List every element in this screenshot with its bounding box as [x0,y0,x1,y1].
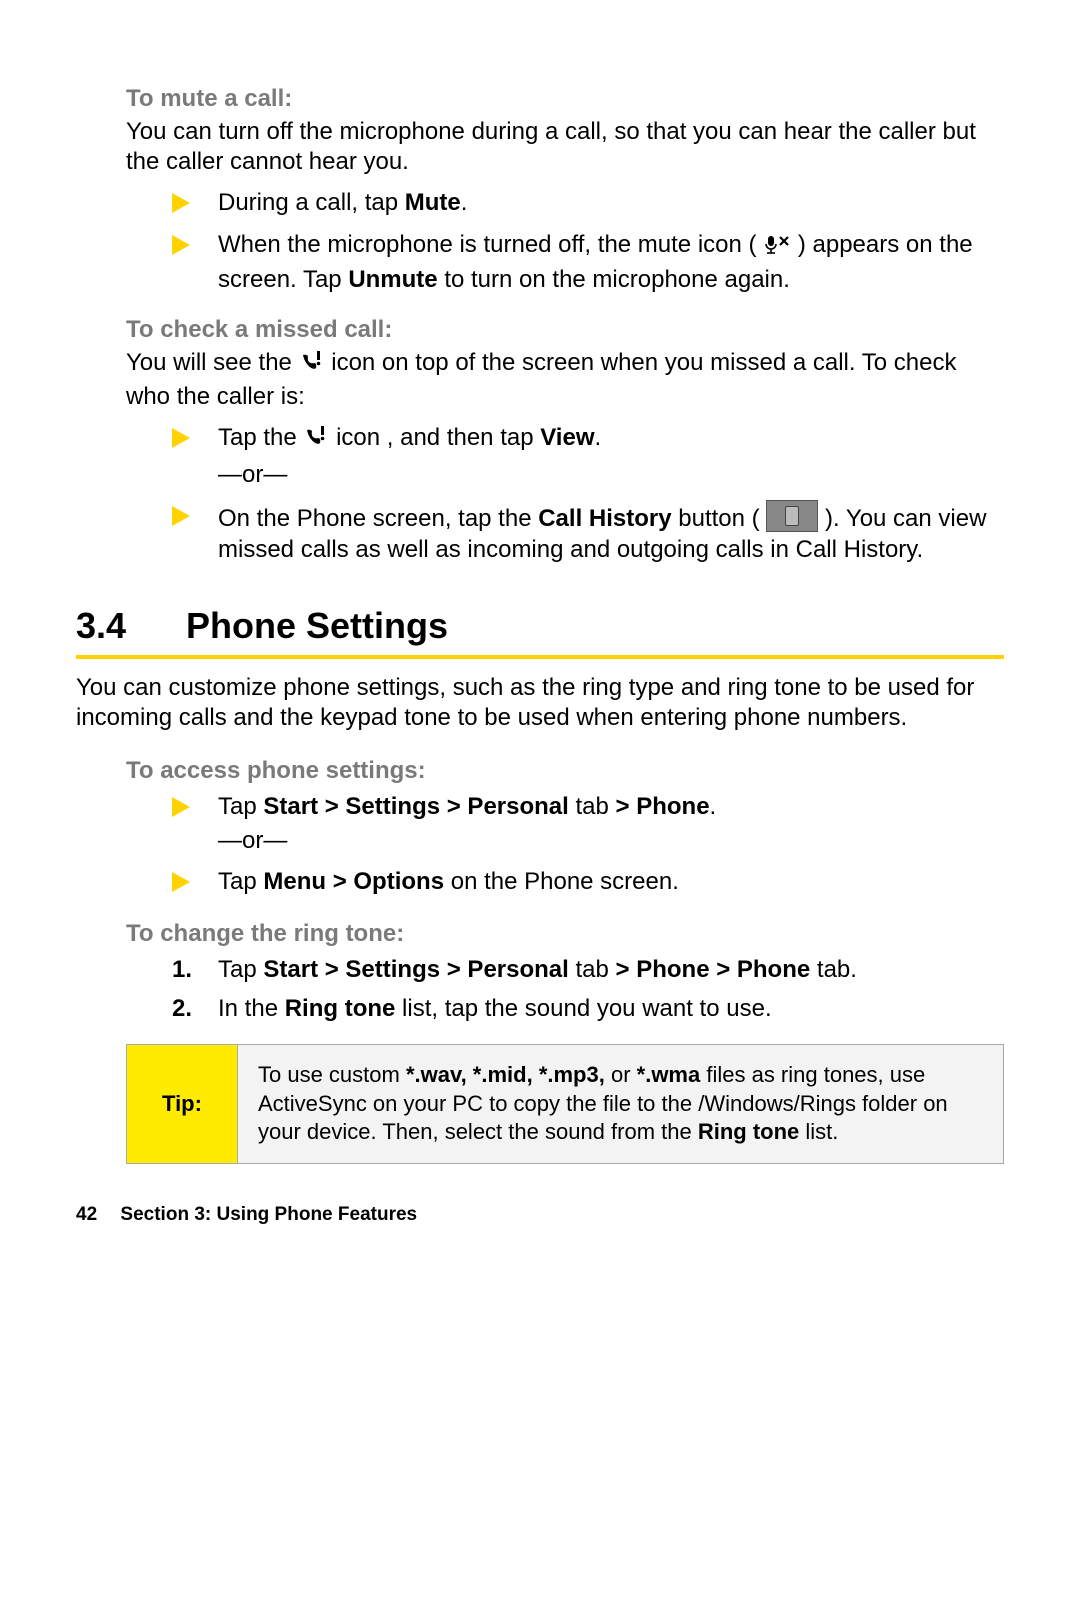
tip-body: To use custom *.wav, *.mid, *.mp3, or *.… [238,1045,1003,1163]
missed-step-2: On the Phone screen, tap the Call Histor… [172,500,1004,565]
ringtone-steps: 1. Tap Start > Settings > Personal tab >… [76,954,1004,1024]
missed-step-2-text: On the Phone screen, tap the Call Histor… [218,500,1004,565]
ringtone-step-2-text: In the Ring tone list, tap the sound you… [218,993,1004,1024]
mute-step-2: When the microphone is turned off, the m… [172,229,1004,295]
mute-step-2-text: When the microphone is turned off, the m… [218,229,1004,295]
missed-call-icon [303,425,329,457]
mute-step-1: During a call, tap Mute. [172,187,1004,221]
mute-paragraph: You can turn off the microphone during a… [126,117,1004,177]
section-title: Phone Settings [186,605,448,647]
missed-call-icon [299,350,325,382]
or-separator: —or— [218,459,1004,490]
footer-section: Section 3: Using Phone Features [120,1204,417,1225]
ringtone-step-2: 2. In the Ring tone list, tap the sound … [172,993,1004,1024]
ringtone-step-1-text: Tap Start > Settings > Personal tab > Ph… [218,954,1004,985]
access-step-1-text: Tap Start > Settings > Personal tab > Ph… [218,791,1004,857]
step-number: 2. [172,993,218,1024]
access-block: To access phone settings: [126,757,1004,785]
mute-step-1-text: During a call, tap Mute. [218,187,1004,218]
access-step-2: Tap Menu > Options on the Phone screen. [172,866,1004,900]
access-step-2-text: Tap Menu > Options on the Phone screen. [218,866,1004,897]
page-footer: 42 Section 3: Using Phone Features [76,1204,1004,1226]
triangle-bullet-icon [172,422,218,456]
mute-steps: During a call, tap Mute. When the microp… [76,187,1004,296]
manual-page: To mute a call: You can turn off the mic… [0,0,1080,1276]
triangle-bullet-icon [172,187,218,221]
triangle-bullet-icon [172,866,218,900]
mute-block: To mute a call: You can turn off the mic… [126,85,1004,177]
triangle-bullet-icon [172,500,218,534]
step-number: 1. [172,954,218,985]
section-intro: You can customize phone settings, such a… [76,673,1004,733]
mic-muted-icon [763,233,791,264]
section-number: 3.4 [76,605,186,647]
access-steps: Tap Start > Settings > Personal tab > Ph… [76,791,1004,900]
access-heading: To access phone settings: [126,757,1004,785]
ringtone-step-1: 1. Tap Start > Settings > Personal tab >… [172,954,1004,985]
or-separator: —or— [218,825,1004,856]
mute-heading: To mute a call: [126,85,1004,113]
ringtone-block: To change the ring tone: [126,920,1004,948]
ringtone-heading: To change the ring tone: [126,920,1004,948]
section-heading: 3.4 Phone Settings [76,605,1004,659]
missed-step-1: Tap the icon , and then tap View. —or— [172,422,1004,492]
triangle-bullet-icon [172,229,218,263]
missed-steps: Tap the icon , and then tap View. —or— O… [76,422,1004,566]
call-history-button-icon [766,500,818,532]
triangle-bullet-icon [172,791,218,825]
missed-step-1-text: Tap the icon , and then tap View. —or— [218,422,1004,492]
tip-box: Tip: To use custom *.wav, *.mid, *.mp3, … [126,1044,1004,1164]
missed-heading: To check a missed call: [126,316,1004,344]
missed-block: To check a missed call: You will see the… [126,316,1004,412]
missed-paragraph: You will see the icon on top of the scre… [126,348,1004,412]
page-number: 42 [76,1204,97,1225]
access-step-1: Tap Start > Settings > Personal tab > Ph… [172,791,1004,857]
tip-label: Tip: [127,1045,238,1163]
